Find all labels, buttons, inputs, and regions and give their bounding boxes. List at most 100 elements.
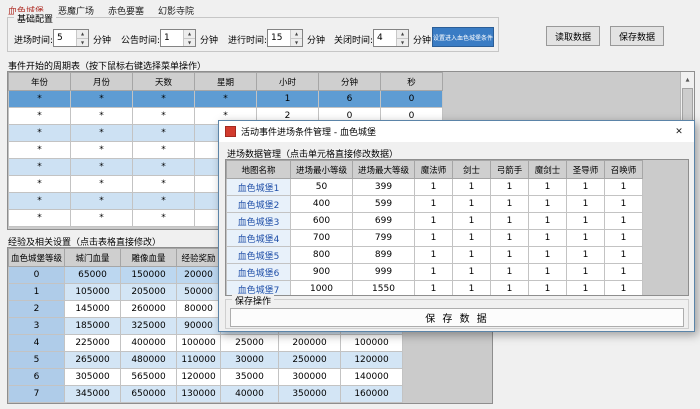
column-header[interactable]: 天数: [133, 73, 195, 91]
table-cell[interactable]: 100000: [341, 335, 403, 352]
table-row[interactable]: 422500040000010000025000200000100000: [9, 335, 403, 352]
column-header[interactable]: 年份: [9, 73, 71, 91]
table-cell[interactable]: *: [9, 142, 71, 159]
table-cell[interactable]: *: [133, 193, 195, 210]
table-cell[interactable]: 1: [415, 230, 453, 247]
table-row[interactable]: 血色城堡2400599111111: [227, 196, 643, 213]
table-cell[interactable]: 1: [605, 247, 643, 264]
table-cell[interactable]: 1: [605, 179, 643, 196]
table-cell[interactable]: 1: [567, 213, 605, 230]
table-cell[interactable]: 5: [9, 352, 65, 369]
table-row[interactable]: ****160: [9, 91, 443, 108]
table-cell[interactable]: 1: [491, 213, 529, 230]
column-header[interactable]: 星期: [195, 73, 257, 91]
table-cell[interactable]: 325000: [121, 318, 177, 335]
table-cell[interactable]: 1: [491, 179, 529, 196]
dialog-titlebar[interactable]: 活动事件进场条件管理 - 血色城堡 ✕: [219, 121, 694, 142]
tab-devil-square[interactable]: 恶魔广场: [58, 4, 94, 17]
table-cell[interactable]: 0: [381, 91, 443, 108]
table-cell[interactable]: *: [133, 159, 195, 176]
table-cell[interactable]: 2: [9, 301, 65, 318]
table-cell[interactable]: 20000: [177, 267, 221, 284]
table-cell[interactable]: 150000: [121, 267, 177, 284]
table-cell[interactable]: 1: [453, 264, 491, 281]
table-cell[interactable]: *: [195, 91, 257, 108]
table-cell[interactable]: *: [71, 193, 133, 210]
table-cell[interactable]: 105000: [65, 284, 121, 301]
table-cell[interactable]: 225000: [65, 335, 121, 352]
table-cell[interactable]: 350000: [279, 386, 341, 403]
table-cell[interactable]: 30000: [221, 352, 279, 369]
entry-time-spinner[interactable]: ▲ ▼: [53, 29, 89, 47]
column-header[interactable]: 经验奖励: [177, 249, 221, 267]
column-header[interactable]: 雕像血量: [121, 249, 177, 267]
table-cell[interactable]: 1: [415, 179, 453, 196]
spin-down-icon[interactable]: ▼: [397, 39, 408, 47]
close-time-spinner[interactable]: ▲ ▼: [373, 29, 409, 47]
table-cell[interactable]: 1: [605, 264, 643, 281]
table-cell[interactable]: 300000: [279, 369, 341, 386]
table-cell[interactable]: 1: [491, 196, 529, 213]
table-cell[interactable]: 1: [529, 247, 567, 264]
entry-time-input[interactable]: [54, 30, 76, 46]
close-time-input[interactable]: [374, 30, 396, 46]
table-cell[interactable]: 999: [353, 264, 415, 281]
notice-time-spinner[interactable]: ▲ ▼: [160, 29, 196, 47]
table-cell[interactable]: 130000: [177, 386, 221, 403]
set-entry-condition-button[interactable]: 设置进入血色城堡条件: [432, 27, 494, 47]
table-cell[interactable]: 90000: [177, 318, 221, 335]
table-cell[interactable]: *: [71, 142, 133, 159]
table-cell[interactable]: 1: [529, 230, 567, 247]
column-header[interactable]: 魔剑士: [529, 161, 567, 179]
spin-down-icon[interactable]: ▼: [184, 39, 195, 47]
tab-chaos-castle[interactable]: 赤色要塞: [108, 4, 144, 17]
table-cell[interactable]: 900: [291, 264, 353, 281]
tab-illusion-temple[interactable]: 幻影寺院: [158, 4, 194, 17]
column-header[interactable]: 分钟: [319, 73, 381, 91]
table-cell[interactable]: 1: [529, 179, 567, 196]
table-cell[interactable]: 1: [529, 213, 567, 230]
table-cell[interactable]: 6: [319, 91, 381, 108]
table-cell[interactable]: 1: [257, 91, 319, 108]
table-cell[interactable]: *: [9, 193, 71, 210]
table-cell[interactable]: 血色城堡4: [227, 230, 291, 247]
table-row[interactable]: 血色城堡5800899111111: [227, 247, 643, 264]
column-header[interactable]: 地图名称: [227, 161, 291, 179]
table-cell[interactable]: 1: [605, 213, 643, 230]
table-cell[interactable]: *: [71, 210, 133, 227]
table-cell[interactable]: 699: [353, 213, 415, 230]
table-cell[interactable]: 1: [453, 281, 491, 297]
table-cell[interactable]: 480000: [121, 352, 177, 369]
table-cell[interactable]: 1: [415, 247, 453, 264]
table-cell[interactable]: 200000: [279, 335, 341, 352]
table-cell[interactable]: 1: [491, 281, 529, 297]
spin-up-icon[interactable]: ▲: [184, 30, 195, 39]
table-cell[interactable]: 1: [491, 247, 529, 264]
table-row[interactable]: 血色城堡6900999111111: [227, 264, 643, 281]
table-cell[interactable]: *: [9, 91, 71, 108]
table-cell[interactable]: 260000: [121, 301, 177, 318]
column-header[interactable]: 血色城堡等级: [9, 249, 65, 267]
table-row[interactable]: 血色城堡4700799111111: [227, 230, 643, 247]
table-cell[interactable]: 700: [291, 230, 353, 247]
table-row[interactable]: 血色城堡150399111111: [227, 179, 643, 196]
table-cell[interactable]: 650000: [121, 386, 177, 403]
table-cell[interactable]: 25000: [221, 335, 279, 352]
column-header[interactable]: 魔法师: [415, 161, 453, 179]
table-cell[interactable]: *: [9, 108, 71, 125]
table-cell[interactable]: *: [133, 176, 195, 193]
table-cell[interactable]: 50: [291, 179, 353, 196]
table-cell[interactable]: *: [71, 108, 133, 125]
table-cell[interactable]: *: [71, 176, 133, 193]
column-header[interactable]: 城门血量: [65, 249, 121, 267]
table-cell[interactable]: 80000: [177, 301, 221, 318]
table-cell[interactable]: 血色城堡5: [227, 247, 291, 264]
table-cell[interactable]: 1: [415, 213, 453, 230]
table-cell[interactable]: 血色城堡2: [227, 196, 291, 213]
table-cell[interactable]: 7: [9, 386, 65, 403]
table-cell[interactable]: 160000: [341, 386, 403, 403]
table-cell[interactable]: 4: [9, 335, 65, 352]
column-header[interactable]: 圣导师: [567, 161, 605, 179]
spin-down-icon[interactable]: ▼: [291, 39, 302, 47]
table-cell[interactable]: 血色城堡1: [227, 179, 291, 196]
